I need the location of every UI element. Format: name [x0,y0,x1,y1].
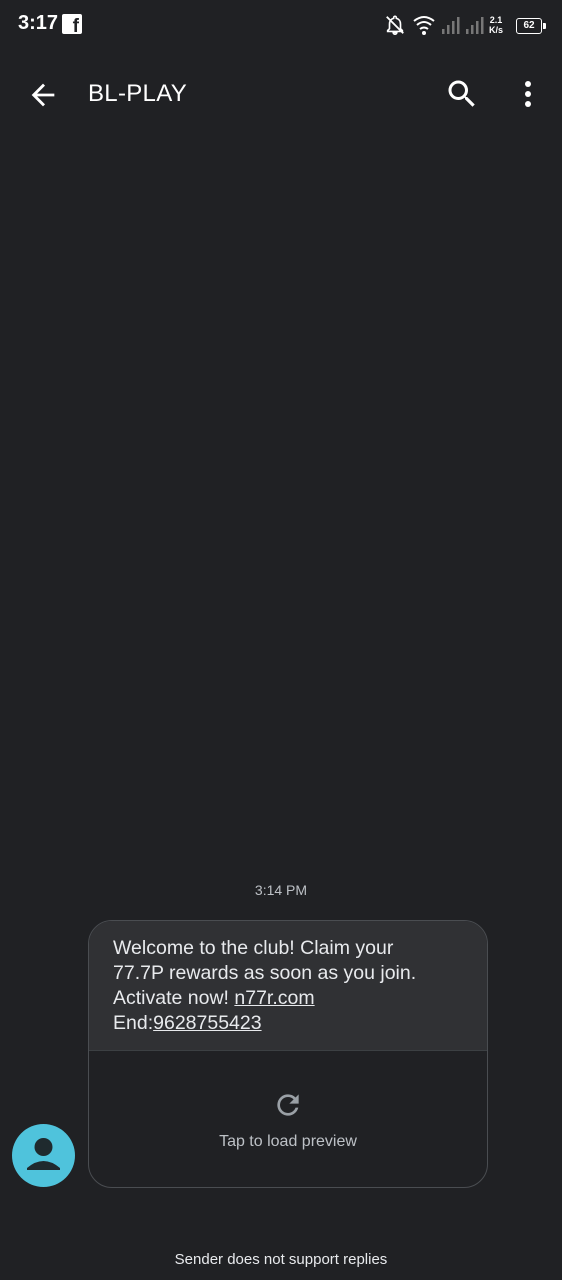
phone-link[interactable]: 9628755423 [153,1012,261,1034]
reply-not-supported-note: Sender does not support replies [174,1251,388,1268]
network-speed: 2.1 K/s [489,15,504,35]
more-vertical-icon[interactable] [514,76,542,112]
message-line: Welcome to the club! Claim your [113,937,394,959]
person-icon [27,1138,60,1170]
status-time: 3:17 [18,12,59,34]
arrow-left-icon[interactable] [26,78,60,112]
facebook-icon: f [62,14,82,36]
message-body: Welcome to the club! Claim your 77.7P re… [89,921,487,1050]
message-text: Welcome to the club! Claim your 77.7P re… [113,936,465,1036]
link-preview[interactable]: Tap to load preview [89,1050,487,1185]
app-toolbar: BL-PLAY [0,60,562,128]
status-icons: 2.1 K/s 62 [384,14,546,38]
status-bar: 3:17 f 2.1 K/s 62 [0,0,562,52]
signal-icon [442,17,460,34]
message-line: 77.7P rewards as soon as you join. [113,962,417,984]
sender-avatar[interactable] [12,1124,75,1187]
message-bubble[interactable]: Welcome to the club! Claim your 77.7P re… [88,920,488,1188]
search-icon[interactable] [444,76,480,112]
message-link[interactable]: n77r.com [234,987,314,1009]
refresh-icon [277,1094,299,1116]
message-timestamp: 3:14 PM [254,882,308,898]
message-line: Activate now! n77r.com [113,987,315,1009]
tap-to-load-preview: Tap to load preview [219,1133,357,1150]
message-line: End:9628755423 [113,1012,262,1034]
battery-icon: 62 [516,18,546,34]
notification-off-icon [386,15,404,35]
conversation-title: BL-PLAY [88,80,188,107]
signal-icon [466,17,484,34]
wifi-icon [413,16,435,35]
